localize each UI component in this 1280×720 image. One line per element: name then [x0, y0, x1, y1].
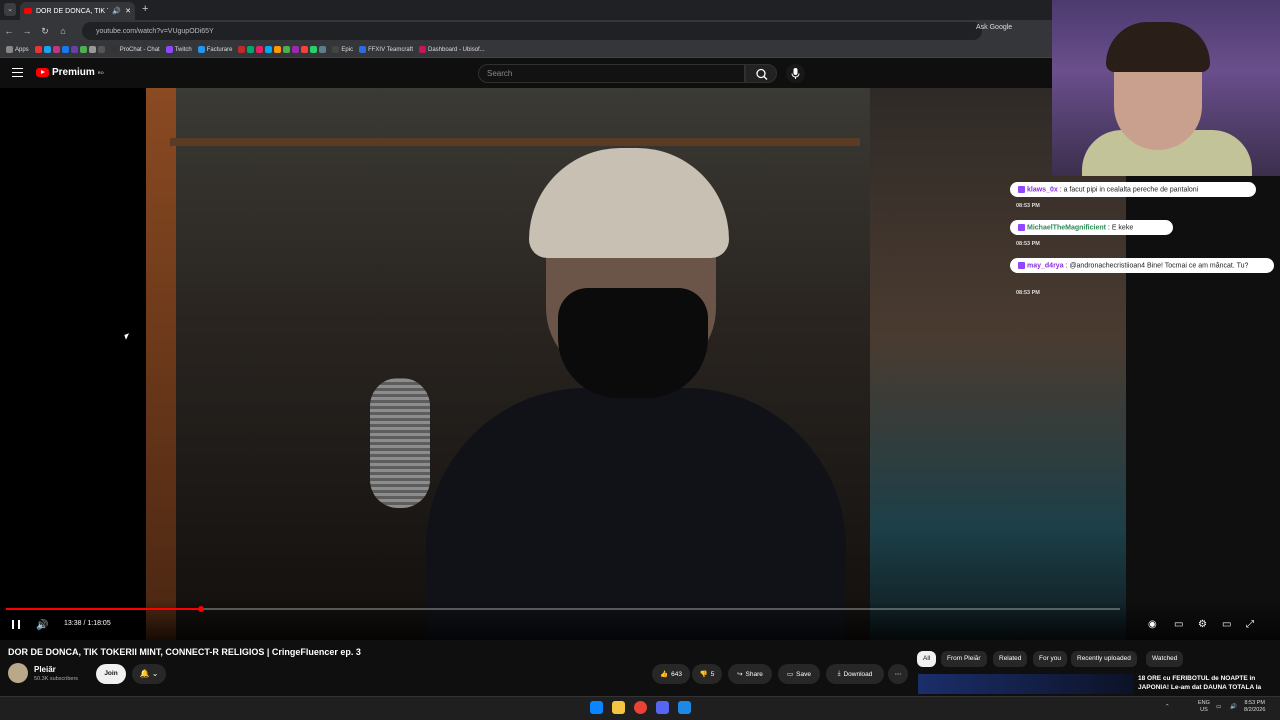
share-button[interactable]: ↪ Share	[728, 664, 772, 684]
save-button[interactable]: ▭ Save	[778, 664, 820, 684]
download-button[interactable]: ⤓ Download	[826, 664, 884, 684]
chip-for-you[interactable]: For you	[1033, 651, 1068, 667]
address-bar[interactable]: youtube.com/watch?v=VUgupODi65Y	[82, 22, 982, 40]
tray-chevron-icon[interactable]: ⌃	[1165, 704, 1170, 711]
twitch-badge-icon	[1018, 186, 1025, 193]
chat-timestamp: 08:53 PM	[1016, 203, 1040, 209]
bookmark-apps[interactable]: Apps	[6, 46, 29, 53]
like-button[interactable]: 👍 643	[652, 664, 690, 684]
youtube-play-icon	[36, 68, 49, 77]
theater-mode-icon[interactable]: ▭	[1222, 619, 1231, 630]
video-frame	[146, 88, 870, 640]
streamer-webcam	[1052, 0, 1280, 176]
home-icon[interactable]: ⌂	[54, 26, 72, 36]
bookmark-icon: ▭	[787, 671, 794, 678]
bookmark-ubisoft[interactable]: Dashboard - Ubisof...	[419, 46, 485, 53]
ask-google-button[interactable]: Ask Google	[976, 24, 1012, 31]
search-input[interactable]: Search	[478, 64, 745, 83]
video-microphone	[370, 378, 430, 508]
screen: ⌄ DOR DE DONCA, TIK TOKE 🔊 ✕ + ← → ↻ ⌂ y…	[0, 0, 1280, 720]
join-button[interactable]: Join	[96, 664, 126, 684]
captions-icon[interactable]: ▭	[1174, 619, 1183, 630]
clock[interactable]: 8:53 PM 8/2/2026	[1244, 700, 1265, 714]
video-mask	[558, 288, 708, 398]
file-explorer-icon[interactable]	[612, 701, 625, 714]
chip-recently-uploaded[interactable]: Recently uploaded	[1071, 651, 1137, 667]
chip-watched[interactable]: Watched	[1146, 651, 1184, 667]
progress-scrubber[interactable]	[197, 606, 204, 612]
start-icon[interactable]	[590, 701, 603, 714]
webcam-hair	[1106, 22, 1210, 72]
recommendation-title[interactable]: 18 ORE cu FERIBOTUL de NOAPTE in JAPONIA…	[1138, 674, 1278, 692]
thumbs-down-icon: 👎	[699, 671, 708, 678]
pause-icon[interactable]	[12, 620, 20, 629]
menu-icon[interactable]	[12, 68, 23, 77]
language-indicator[interactable]: ENG US	[1198, 700, 1210, 714]
new-tab-icon[interactable]: +	[142, 3, 148, 15]
speaker-icon[interactable]: 🔊	[1230, 704, 1237, 711]
bookmark-prochat[interactable]: ProChat - Chat	[110, 46, 160, 53]
bookmark-icons[interactable]	[34, 46, 105, 53]
logo-region: RO	[97, 70, 104, 75]
bookmark-facturare[interactable]: Facturare	[197, 46, 232, 53]
subscriber-count: 50.3K subscribers	[34, 676, 79, 682]
browser-tab-active[interactable]: DOR DE DONCA, TIK TOKE 🔊 ✕	[20, 2, 135, 20]
microphone-icon	[791, 68, 800, 79]
settings-icon[interactable]: ⚙	[1198, 619, 1207, 630]
youtube-logo[interactable]: Premium RO	[36, 67, 104, 78]
video-cabinet	[146, 88, 176, 640]
thumbs-up-icon: 👍	[660, 671, 669, 678]
progress-fill	[6, 608, 201, 610]
tab-search-icon[interactable]: ⌄	[4, 3, 16, 16]
fullscreen-icon[interactable]: ⤢	[1246, 619, 1254, 630]
video-title: DOR DE DONCA, TIK TOKERII MINT, CONNECT-…	[8, 647, 361, 657]
tab-audio-icon[interactable]: 🔊	[112, 7, 121, 15]
bookmark-epic[interactable]: Epic	[332, 46, 353, 53]
logo-text: Premium	[52, 67, 95, 78]
twitch-badge-icon	[1018, 262, 1025, 269]
chrome-icon[interactable]	[634, 701, 647, 714]
chip-from-channel[interactable]: From Pleiăr	[941, 651, 987, 667]
reload-icon[interactable]: ↻	[36, 26, 54, 37]
url-text: youtube.com/watch?v=VUgupODi65Y	[96, 27, 214, 35]
time-display: 13:38 / 1:18:05	[64, 620, 111, 627]
twitch-badge-icon	[1018, 224, 1025, 231]
forward-icon[interactable]: →	[18, 26, 36, 36]
video-cap	[529, 148, 729, 258]
player-controls	[0, 600, 1280, 640]
bookmark-twitch[interactable]: Twitch	[165, 46, 192, 53]
search-button[interactable]	[745, 64, 777, 83]
channel-avatar[interactable]	[8, 663, 28, 683]
search-icon	[756, 68, 768, 80]
video-shelf	[170, 138, 860, 146]
chat-timestamp: 08:53 PM	[1016, 290, 1040, 296]
tab-close-icon[interactable]: ✕	[125, 7, 131, 15]
bookmark-ffxiv[interactable]: FFXIV Teamcraft	[359, 46, 413, 53]
video-player[interactable]	[0, 88, 1126, 640]
volume-icon[interactable]: 🔊	[36, 620, 48, 631]
app-icon[interactable]	[678, 701, 691, 714]
chip-related[interactable]: Related	[993, 651, 1028, 667]
youtube-favicon-icon	[24, 8, 32, 14]
chip-all[interactable]: All	[917, 651, 937, 667]
notifications-bell-button[interactable]: 🔔 ⌄	[132, 664, 166, 684]
chat-message: klaws_0x : a facut pipi in cealalta pere…	[1010, 182, 1256, 198]
download-icon: ⤓	[837, 670, 841, 677]
channel-name[interactable]: Pleiăr	[34, 665, 56, 674]
bookmark-misc-icons[interactable]	[238, 46, 327, 53]
more-actions-button[interactable]: ⋯	[888, 664, 908, 684]
tab-title: DOR DE DONCA, TIK TOKE	[36, 7, 108, 15]
dislike-button[interactable]: 👎 5	[692, 664, 722, 684]
network-icon[interactable]: ▭	[1216, 704, 1221, 711]
back-icon[interactable]: ←	[0, 26, 18, 36]
recommendation-thumbnail[interactable]	[918, 674, 1134, 694]
autoplay-toggle-icon[interactable]: ◉	[1148, 619, 1157, 630]
discord-icon[interactable]	[656, 701, 669, 714]
chat-message: may_d4rya : @andronachecristiioan4 Bine!…	[1010, 258, 1274, 274]
progress-bar[interactable]	[6, 606, 1120, 612]
chat-message: MichaelTheMagnificient : E keke	[1010, 220, 1173, 236]
chat-timestamp: 08:53 PM	[1016, 241, 1040, 247]
share-icon: ↪	[737, 671, 743, 678]
voice-search-button[interactable]	[786, 64, 805, 83]
